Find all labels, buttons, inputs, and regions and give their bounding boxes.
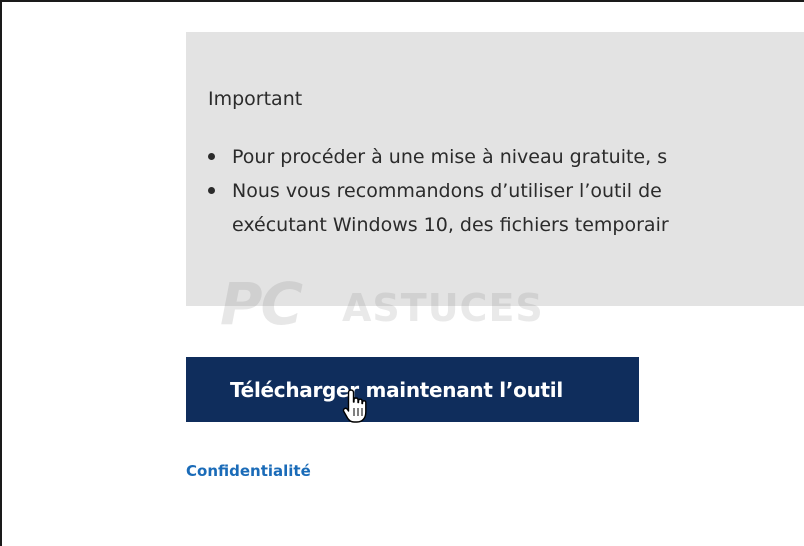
bullet-icon xyxy=(208,153,215,160)
notice-list: Pour procéder à une mise à niveau gratui… xyxy=(186,140,669,242)
important-notice-box: Important Pour procéder à une mise à niv… xyxy=(186,32,804,306)
notice-list-item-continuation: exécutant Windows 10, des fichiers tempo… xyxy=(186,208,669,242)
notice-title: Important xyxy=(208,88,303,110)
page-frame: Important Pour procéder à une mise à niv… xyxy=(0,0,804,546)
privacy-link[interactable]: Confidentialité xyxy=(186,462,311,480)
notice-item-text: Nous vous recommandons d’utiliser l’outi… xyxy=(232,180,662,202)
download-tool-button[interactable]: Télécharger maintenant l’outil xyxy=(186,357,639,422)
hand-pointer-icon xyxy=(342,389,367,423)
notice-item-text: Pour procéder à une mise à niveau gratui… xyxy=(232,146,668,168)
notice-list-item: Pour procéder à une mise à niveau gratui… xyxy=(186,140,669,174)
notice-list-item: Nous vous recommandons d’utiliser l’outi… xyxy=(186,174,669,208)
download-tool-button-label: Télécharger maintenant l’outil xyxy=(230,378,563,402)
bullet-icon xyxy=(208,187,215,194)
notice-item-text: exécutant Windows 10, des fichiers tempo… xyxy=(232,214,669,236)
